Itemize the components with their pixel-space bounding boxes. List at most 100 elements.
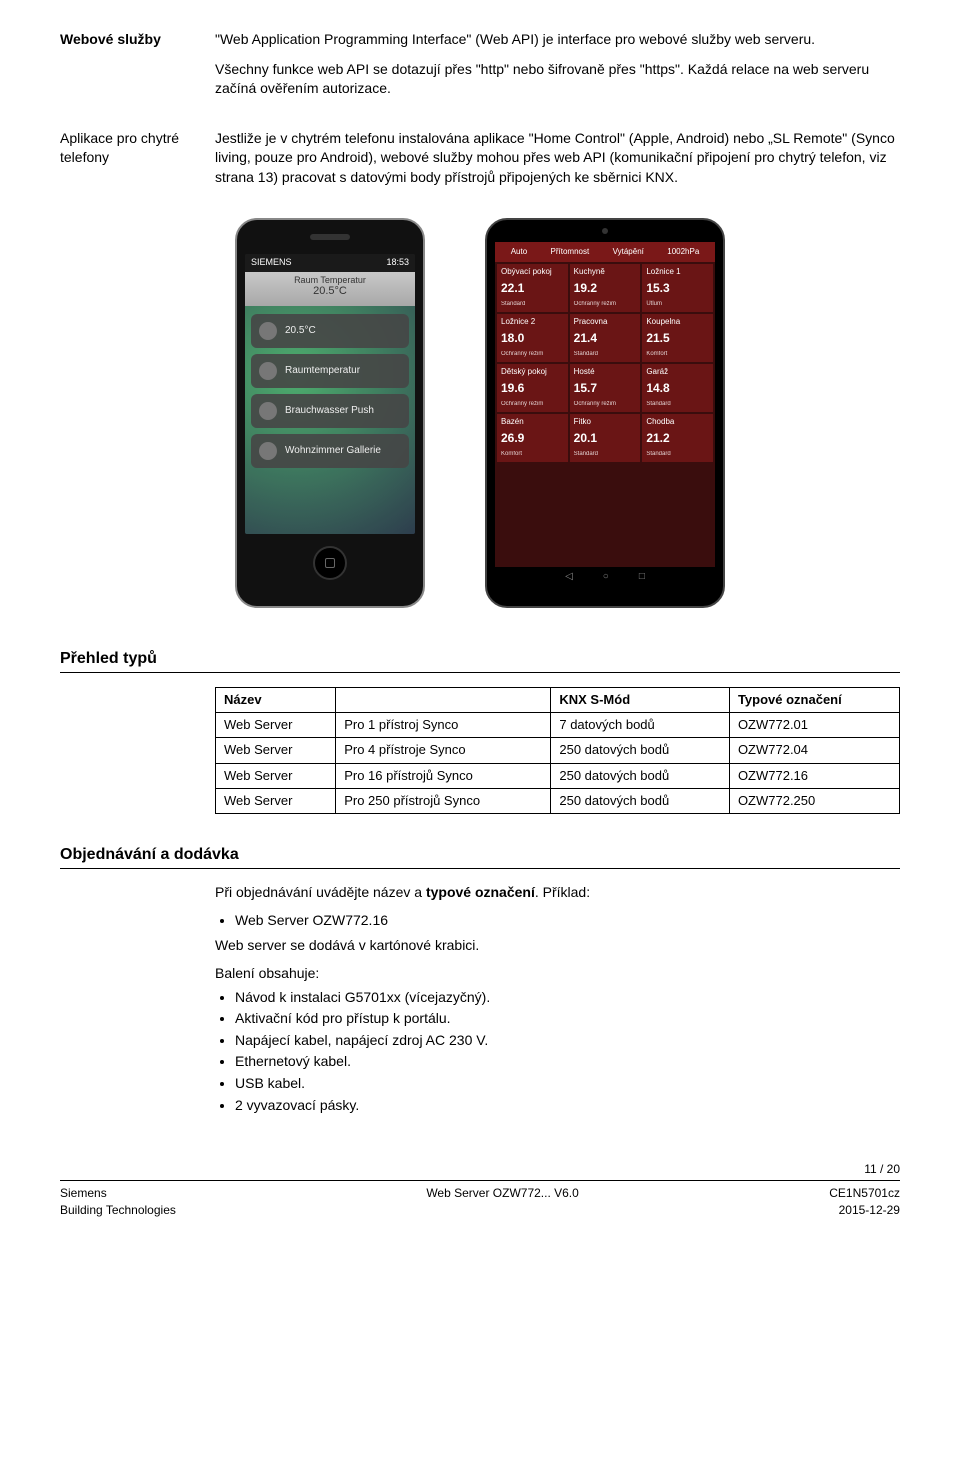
iphone-mockup: SIEMENS 18:53 Raum Temperatur 20.5°C 20.… [235, 218, 425, 608]
footer-docid: CE1N5701cz [829, 1185, 900, 1202]
content-ordering: Při objednávání uvádějte název a typové … [215, 883, 900, 1121]
ordering-intro: Při objednávání uvádějte název a typové … [215, 883, 900, 903]
hdr-heating: Vytápění [613, 246, 644, 257]
ordering-box: Web server se dodává v kartónové krabici… [215, 936, 900, 956]
room-cell: Garáž14.8Standard [642, 364, 713, 412]
list-item: Aktivační kód pro přístup k portálu. [235, 1009, 900, 1029]
tablet-header: Auto Přítomnost Vytápění 1002hPa [495, 242, 715, 262]
iphone-item: Raumtemperatur [251, 354, 409, 388]
iphone-list: 20.5°C Raumtemperatur Brauchwasser Push … [245, 306, 415, 534]
iphone-item: 20.5°C [251, 314, 409, 348]
room-cell: Ložnice 218.0Ochranný režim [497, 314, 568, 362]
ordering-intro-c: . Příklad: [535, 884, 590, 900]
table-cell: OZW772.16 [729, 763, 899, 788]
content-web-services: "Web Application Programming Interface" … [215, 30, 900, 109]
room-cell: Bazén26.9Komfort [497, 414, 568, 462]
footer-siemens: Siemens [60, 1185, 176, 1202]
hdr-presence: Přítomnost [551, 246, 590, 257]
list-item: Návod k instalaci G5701xx (vícejazyčný). [235, 988, 900, 1008]
item-icon [259, 402, 277, 420]
item-icon [259, 362, 277, 380]
para-webapi-http: Všechny funkce web API se dotazují přes … [215, 60, 900, 99]
table-row: Web ServerPro 16 přístrojů Synco250 dato… [216, 763, 900, 788]
table-cell: 250 datových bodů [551, 738, 730, 763]
side-label-web-services: Webové služby [60, 30, 215, 109]
para-webapi-intro: "Web Application Programming Interface" … [215, 30, 900, 50]
item-label: Brauchwasser Push [285, 404, 374, 418]
table-cell: Web Server [216, 713, 336, 738]
iphone-item: Brauchwasser Push [251, 394, 409, 428]
iphone-item: Wohnzimmer Gallerie [251, 434, 409, 468]
phones-illustration: SIEMENS 18:53 Raum Temperatur 20.5°C 20.… [60, 218, 900, 608]
list-item: USB kabel. [235, 1074, 900, 1094]
table-row: Web ServerPro 1 přístroj Synco7 datových… [216, 713, 900, 738]
ordering-intro-b: typové označení [426, 884, 535, 900]
ordering-example-text: Web Server OZW772.16 [235, 912, 388, 928]
ordering-contains: Balení obsahuje: [215, 964, 900, 984]
table-cell: Pro 16 přístrojů Synco [336, 763, 551, 788]
section-types: Název KNX S-Mód Typové označení Web Serv… [60, 687, 900, 814]
room-cell: Ložnice 115.3Útlum [642, 264, 713, 312]
table-cell: OZW772.04 [729, 738, 899, 763]
home-square-icon [325, 558, 335, 568]
th-empty [336, 687, 551, 712]
hdr-pressure: 1002hPa [667, 246, 699, 257]
table-cell: Pro 250 přístrojů Synco [336, 788, 551, 813]
th-knx: KNX S-Mód [551, 687, 730, 712]
table-header-row: Název KNX S-Mód Typové označení [216, 687, 900, 712]
tablet-navbar: ◁ ○ □ [495, 567, 715, 587]
tablet-grid: Obývací pokoj22.1StandardKuchyně19.2Ochr… [495, 262, 715, 567]
side-label-empty-types [60, 687, 215, 814]
heading-ordering: Objednávání a dodávka [60, 844, 900, 869]
item-icon [259, 322, 277, 340]
iphone-speaker [310, 234, 350, 240]
room-cell: Kuchyně19.2Ochranný režim [570, 264, 641, 312]
ordering-bullets: Návod k instalaci G5701xx (vícejazyčný).… [235, 988, 900, 1116]
table-cell: Web Server [216, 788, 336, 813]
item-label: Wohnzimmer Gallerie [285, 444, 381, 458]
iphone-brand: SIEMENS [251, 256, 292, 269]
ordering-intro-a: Při objednávání uvádějte název a [215, 884, 426, 900]
item-icon [259, 442, 277, 460]
page-footer: 11 / 20 Siemens Building Technologies We… [60, 1161, 900, 1218]
list-item: Napájecí kabel, napájecí zdroj AC 230 V. [235, 1031, 900, 1051]
side-label-empty-ordering [60, 883, 215, 1121]
side-label-apps: Aplikace pro chytré telefony [60, 129, 215, 198]
table-cell: Web Server [216, 763, 336, 788]
th-name: Název [216, 687, 336, 712]
item-label: Raumtemperatur [285, 364, 360, 378]
table-row: Web ServerPro 250 přístrojů Synco250 dat… [216, 788, 900, 813]
table-row: Web ServerPro 4 přístroje Synco250 datov… [216, 738, 900, 763]
section-smartphone-apps: Aplikace pro chytré telefony Jestliže je… [60, 129, 900, 198]
footer-bt: Building Technologies [60, 1202, 176, 1219]
table-cell: Web Server [216, 738, 336, 763]
para-apps: Jestliže je v chytrém telefonu instalová… [215, 129, 900, 188]
nav-home-icon: ○ [603, 570, 609, 584]
room-cell: Dětský pokoj19.6Ochranný režim [497, 364, 568, 412]
types-table: Název KNX S-Mód Typové označení Web Serv… [215, 687, 900, 814]
room-cell: Fitko20.1Standard [570, 414, 641, 462]
iphone-time: 18:53 [386, 256, 409, 269]
footer-right: CE1N5701cz 2015-12-29 [829, 1185, 900, 1219]
heading-types-text: Přehled typů [60, 650, 157, 667]
room-cell: Pracovna21.4Standard [570, 314, 641, 362]
room-cell: Obývací pokoj22.1Standard [497, 264, 568, 312]
room-cell: Hosté15.7Ochranný režim [570, 364, 641, 412]
content-types: Název KNX S-Mód Typové označení Web Serv… [215, 687, 900, 814]
tablet-camera [602, 228, 608, 234]
footer-left: Siemens Building Technologies [60, 1185, 176, 1219]
ordering-example-list: Web Server OZW772.16 [235, 911, 900, 931]
th-type: Typové označení [729, 687, 899, 712]
iphone-titlebar: Raum Temperatur 20.5°C [245, 272, 415, 306]
page-number: 11 / 20 [60, 1161, 900, 1181]
iphone-home-button [313, 546, 347, 580]
heading-ordering-text: Objednávání a dodávka [60, 846, 239, 863]
tablet-screen: Auto Přítomnost Vytápění 1002hPa Obývací… [495, 242, 715, 587]
list-item: Ethernetový kabel. [235, 1052, 900, 1072]
section-ordering: Při objednávání uvádějte název a typové … [60, 883, 900, 1121]
table-cell: 250 datových bodů [551, 763, 730, 788]
item-label: 20.5°C [285, 324, 316, 338]
iphone-statusbar: SIEMENS 18:53 [245, 254, 415, 272]
section-web-services: Webové služby "Web Application Programmi… [60, 30, 900, 109]
table-cell: OZW772.01 [729, 713, 899, 738]
